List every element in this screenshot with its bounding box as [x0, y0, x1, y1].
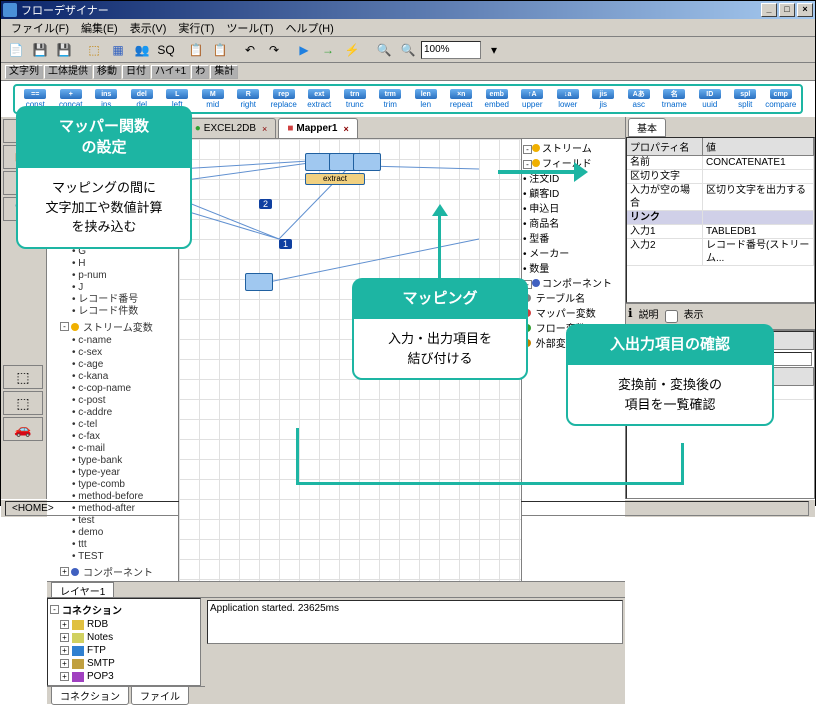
undo-button[interactable]: ↶: [239, 39, 261, 61]
cat-4[interactable]: ハイ+1: [151, 65, 190, 79]
close-icon[interactable]: ×: [343, 120, 348, 138]
func-jis[interactable]: jisjis: [587, 89, 620, 109]
func-trunc[interactable]: trntrunc: [339, 89, 372, 109]
zoom-input[interactable]: [421, 41, 481, 59]
tab-excel2db[interactable]: ●EXCEL2DB×: [186, 118, 277, 138]
cat-1[interactable]: 工体提供: [44, 65, 92, 79]
menu-edit[interactable]: 編集(E): [75, 20, 124, 36]
callout1-head: マッパー関数の設定: [16, 106, 192, 168]
func-mid[interactable]: Mmid: [197, 89, 230, 109]
cat-5[interactable]: わ: [191, 65, 209, 79]
window-title: フローデザイナー: [21, 2, 109, 18]
step-button[interactable]: →: [317, 39, 339, 61]
bottom-panel: - コネクション+RDB+Notes+FTP+SMTP+POP3 コネクション …: [47, 597, 625, 704]
node-3[interactable]: [353, 153, 381, 171]
layer-tab[interactable]: レイヤー1: [51, 582, 114, 598]
script-button[interactable]: SQ: [155, 39, 177, 61]
green-arrow-head-icon: [574, 162, 588, 182]
callout2-connector: [438, 212, 441, 280]
prop-tabs: 基本: [626, 117, 815, 137]
menu-file[interactable]: ファイル(F): [5, 20, 75, 36]
property-grid-1[interactable]: プロパティ名値 名前CONCATENATE1 区切り文字 入力が空の場合区切り文…: [626, 137, 815, 303]
func-embed[interactable]: embembed: [481, 89, 514, 109]
log-line: Application started. 23625ms: [210, 603, 620, 614]
menu-run[interactable]: 実行(T): [172, 20, 220, 36]
tab-mapper1[interactable]: ■Mapper1×: [278, 118, 357, 138]
property-panel: 基本 プロパティ名値 名前CONCATENATE1 区切り文字 入力が空の場合区…: [625, 117, 815, 499]
green-arrow-shaft: [498, 170, 576, 174]
callout1-body: マッピングの間に文字加工や数値計算を挟み込む: [16, 166, 192, 249]
func-right[interactable]: Rright: [232, 89, 265, 109]
zoom-out-button[interactable]: 🔍: [373, 39, 395, 61]
paste-button[interactable]: 📋: [209, 39, 231, 61]
callout3-body: 変換前・変換後の項目を一覧確認: [566, 363, 774, 426]
btn-a[interactable]: ⬚: [83, 39, 105, 61]
menu-view[interactable]: 表示(V): [124, 20, 173, 36]
func-extract[interactable]: extextract: [303, 89, 336, 109]
btn-b[interactable]: ▦: [107, 39, 129, 61]
callout-io-check: 入出力項目の確認 変換前・変換後の項目を一覧確認: [566, 324, 774, 426]
tab-connection[interactable]: コネクション: [51, 686, 129, 705]
badge-2: 2: [259, 199, 272, 209]
func-repeat[interactable]: ×nrepeat: [445, 89, 478, 109]
cat-6[interactable]: 集計: [210, 65, 238, 79]
extract-node[interactable]: extract: [305, 173, 365, 185]
func-upper[interactable]: ↑Aupper: [516, 89, 549, 109]
people-button[interactable]: 👥: [131, 39, 153, 61]
func-trname[interactable]: 名trname: [658, 89, 691, 109]
func-compare[interactable]: cmpcompare: [765, 89, 798, 109]
callout2-arrow-icon: [432, 204, 448, 216]
callout2-head: マッピング: [352, 278, 528, 319]
menu-help[interactable]: ヘルプ(H): [279, 20, 339, 36]
func-lower[interactable]: ↓alower: [552, 89, 585, 109]
callout2-body: 入力・出力項目を結び付ける: [352, 317, 528, 380]
func-asc[interactable]: Aあasc: [623, 89, 656, 109]
new-button[interactable]: 📄: [5, 39, 27, 61]
save-button[interactable]: 💾: [29, 39, 51, 61]
cat-2[interactable]: 移動: [93, 65, 121, 79]
connector-right-vertical: [681, 443, 684, 485]
pal-7[interactable]: 🚗: [3, 417, 43, 441]
connector-horizontal: [296, 482, 684, 485]
zoom-dropdown[interactable]: ▾: [483, 39, 505, 61]
callout-mapping: マッピング 入力・出力項目を結び付ける: [352, 278, 528, 380]
app-icon: [3, 3, 17, 17]
minimize-button[interactable]: _: [761, 3, 777, 17]
flash-button[interactable]: ⚡: [341, 39, 363, 61]
copy-button[interactable]: 📋: [185, 39, 207, 61]
maximize-button[interactable]: □: [779, 3, 795, 17]
menu-tools[interactable]: ツール(T): [220, 20, 279, 36]
zoom-in-button[interactable]: 🔍: [397, 39, 419, 61]
conn-tabs: コネクション ファイル: [47, 686, 205, 704]
save-all-button[interactable]: 💾: [53, 39, 75, 61]
pal-6[interactable]: ⬚: [3, 391, 43, 415]
menu-bar: ファイル(F) 編集(E) 表示(V) 実行(T) ツール(T) ヘルプ(H): [1, 19, 815, 37]
connection-tree[interactable]: - コネクション+RDB+Notes+FTP+SMTP+POP3: [47, 598, 201, 686]
title-bar: フローデザイナー _ □ ×: [1, 1, 815, 19]
cat-0[interactable]: 文字列: [5, 65, 43, 79]
connector-left-vertical: [296, 428, 299, 485]
pal-5[interactable]: ⬚: [3, 365, 43, 389]
tab-basic[interactable]: 基本: [628, 118, 666, 137]
close-icon[interactable]: ×: [262, 120, 267, 138]
callout3-head: 入出力項目の確認: [566, 324, 774, 365]
func-replace[interactable]: repreplace: [268, 89, 301, 109]
node-bottom[interactable]: [245, 273, 273, 291]
func-split[interactable]: splsplit: [729, 89, 762, 109]
app-window: フローデザイナー _ □ × ファイル(F) 編集(E) 表示(V) 実行(T)…: [0, 0, 816, 506]
callout-mapper-function: マッパー関数の設定 マッピングの間に文字加工や数値計算を挟み込む: [16, 106, 192, 249]
run-button[interactable]: ▶: [293, 39, 315, 61]
category-toolbar: 文字列 工体提供 移動 日付 ハイ+1 わ 集計: [1, 63, 815, 81]
badge-1: 1: [279, 239, 292, 249]
close-button[interactable]: ×: [797, 3, 813, 17]
func-len[interactable]: lenlen: [410, 89, 443, 109]
func-trim[interactable]: trmtrim: [374, 89, 407, 109]
tab-file[interactable]: ファイル: [131, 686, 189, 705]
main-toolbar: 📄 💾 💾 ⬚ ▦ 👥 SQ 📋 📋 ↶ ↷ ▶ → ⚡ 🔍 🔍 ▾: [1, 37, 815, 63]
status-home: <HOME>: [5, 501, 205, 516]
redo-button[interactable]: ↷: [263, 39, 285, 61]
cat-3[interactable]: 日付: [122, 65, 150, 79]
log-panel: Application started. 23625ms: [207, 600, 623, 644]
func-uuid[interactable]: IDuuid: [694, 89, 727, 109]
